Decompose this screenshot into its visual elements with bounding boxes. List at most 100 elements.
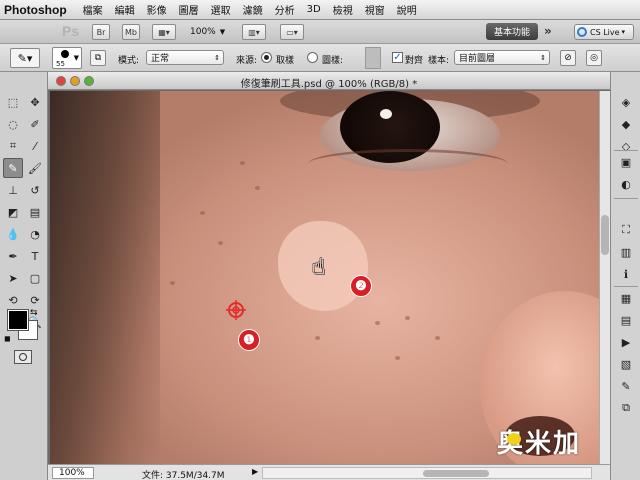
clone-source-icon: ⧉ [94, 53, 102, 63]
brush-tip-icon [61, 50, 69, 58]
clone-source-panel-button[interactable]: ⧉ [90, 50, 106, 66]
gradient-icon[interactable]: ▤ [25, 202, 45, 222]
healing-brush-icon[interactable]: ✎ [3, 158, 23, 178]
dodge-icon[interactable]: ◔ [25, 224, 45, 244]
quick-select-icon[interactable]: ✐ [25, 114, 45, 134]
app-menu[interactable]: Photoshop [0, 3, 77, 17]
source-label: 來源: [236, 56, 258, 66]
brush-size: 55 [56, 60, 65, 68]
tool-grid: ⬚ ✥ ◌ ✐ ⌗ ⁄ ✎ 🖌 ⊥ ↺ ◩ ▤ 💧 ◔ ✒ T ➤ ▢ ⟲ ⟳ … [3, 92, 45, 332]
tool-preset-picker[interactable]: ✎▾ [10, 48, 40, 68]
watermark-logo: 奥米加 [497, 429, 582, 459]
screen-mode-button[interactable]: ▭▾ [280, 24, 304, 40]
path-select-icon[interactable]: ➤ [3, 268, 23, 288]
bridge-button[interactable]: Br [92, 24, 110, 40]
ps-logo: Ps [62, 23, 80, 39]
workspace-essentials-button[interactable]: 基本功能 [486, 23, 538, 40]
clone-stamp-icon[interactable]: ⊥ [3, 180, 23, 200]
pen-icon[interactable]: ✒ [3, 246, 23, 266]
menu-help[interactable]: 說明 [391, 2, 423, 17]
options-bar: ✎▾ 55 ▼ ⧉ 模式: 正常 ⇕ 來源: 取樣 圖樣: ✓ 對齊 樣本: 目前… [0, 44, 640, 72]
masks-panel-icon[interactable]: ◐ [618, 176, 634, 192]
hand-cursor-icon: ☝ [312, 255, 326, 280]
horizontal-scrollbar[interactable] [262, 467, 592, 479]
move-icon[interactable]: ✥ [25, 92, 45, 112]
zoom-field[interactable]: 100% [52, 467, 94, 479]
horizontal-scroll-thumb[interactable] [423, 470, 489, 477]
menu-analysis[interactable]: 分析 [269, 2, 301, 17]
aligned-checkbox[interactable]: ✓ [392, 52, 403, 63]
histogram-panel-icon[interactable]: ▥ [618, 244, 634, 260]
tablet-pressure-button[interactable]: ◎ [586, 50, 602, 66]
eyedropper-icon[interactable]: ⁄ [25, 136, 45, 156]
more-workspaces-button[interactable]: » [544, 24, 552, 38]
3d-rotate-icon[interactable]: ⟲ [3, 290, 23, 310]
sample-select[interactable]: 目前圖層 ⇕ [454, 50, 550, 65]
cs-live-icon [577, 27, 587, 37]
source-pattern-label: 圖樣: [322, 56, 344, 66]
actions-panel-icon[interactable]: ▶ [618, 334, 634, 350]
file-size-info: 文件: 37.5M/34.7M [142, 471, 225, 480]
menu-view[interactable]: 檢視 [327, 2, 359, 17]
marquee-icon[interactable]: ⬚ [3, 92, 23, 112]
cs-live-button[interactable]: CS Live ▾ [574, 24, 634, 40]
photo-eyelid [308, 149, 508, 179]
brush-icon[interactable]: 🖌 [25, 158, 45, 178]
navigator-panel-icon[interactable]: ⛶ [618, 222, 634, 238]
status-menu-icon[interactable]: ▶ [252, 467, 258, 476]
brush-picker[interactable]: 55 ▼ [52, 47, 82, 69]
menu-window[interactable]: 視窗 [359, 2, 391, 17]
history-brush-icon[interactable]: ↺ [25, 180, 45, 200]
quick-mask-button[interactable] [14, 350, 32, 364]
lasso-icon[interactable]: ◌ [3, 114, 23, 134]
vertical-scroll-thumb[interactable] [601, 215, 609, 255]
shape-icon[interactable]: ▢ [25, 268, 45, 288]
dock-separator [614, 286, 638, 287]
zoom-select[interactable]: 100% ▼ [190, 24, 225, 40]
foreground-color-swatch[interactable] [7, 309, 29, 331]
photo-eye-highlight [380, 109, 392, 119]
history-panel-icon[interactable]: ▧ [618, 356, 634, 372]
layers-panel-icon[interactable]: ◈ [618, 94, 634, 110]
arrange-documents-button[interactable]: ▥▾ [242, 24, 266, 40]
mini-bridge-button[interactable]: Mb [122, 24, 140, 40]
styles-panel-icon[interactable]: ▤ [618, 312, 634, 328]
pattern-picker[interactable] [365, 47, 381, 69]
menu-select[interactable]: 選取 [205, 2, 237, 17]
image-canvas[interactable]: ☝ ❶ ❷ 奥米加 [50, 91, 599, 464]
menu-layer[interactable]: 圖層 [173, 2, 205, 17]
ignore-adjustment-layers-button[interactable]: ⊘ [560, 50, 576, 66]
menu-filter[interactable]: 濾鏡 [237, 2, 269, 17]
adjustments-panel-icon[interactable]: ▣ [618, 154, 634, 170]
photo-hair [50, 91, 160, 464]
arrange-icon: ▥▾ [248, 27, 260, 37]
channels-panel-icon[interactable]: ◆ [618, 116, 634, 132]
swatches-panel-icon[interactable]: ▦ [618, 290, 634, 306]
sample-label: 樣本: [428, 56, 450, 66]
eraser-icon[interactable]: ◩ [3, 202, 23, 222]
3d-orbit-icon[interactable]: ⟳ [25, 290, 45, 310]
view-extras-button[interactable]: ▦▾ [152, 24, 176, 40]
document-title-bar[interactable]: 修復筆刷工具.psd @ 100% (RGB/8) * [48, 72, 610, 90]
source-sampled-radio[interactable] [261, 52, 272, 63]
crop-icon[interactable]: ⌗ [3, 136, 23, 156]
chevron-down-icon: ▼ [219, 28, 226, 36]
type-icon[interactable]: T [25, 246, 45, 266]
skin-spot [395, 356, 400, 360]
blur-icon[interactable]: 💧 [3, 224, 23, 244]
menu-image[interactable]: 影像 [141, 2, 173, 17]
swap-colors-icon[interactable]: ⇆ [30, 308, 38, 318]
grid-icon: ▦▾ [158, 27, 170, 37]
default-colors-icon[interactable]: ◼ [4, 334, 11, 343]
paths-panel-icon[interactable]: ◇ [618, 138, 634, 154]
menu-edit[interactable]: 編輯 [109, 2, 141, 17]
brushes-panel-icon[interactable]: ✎ [618, 378, 634, 394]
clone-source-panel-icon[interactable]: ⧉ [618, 400, 634, 416]
info-panel-icon[interactable]: ℹ [618, 266, 634, 282]
vertical-scrollbar[interactable] [599, 91, 610, 464]
menu-3d[interactable]: 3D [301, 4, 327, 15]
skin-spot [405, 316, 410, 320]
source-pattern-radio[interactable] [307, 52, 318, 63]
menu-file[interactable]: 檔案 [77, 2, 109, 17]
mode-select[interactable]: 正常 ⇕ [146, 50, 224, 65]
